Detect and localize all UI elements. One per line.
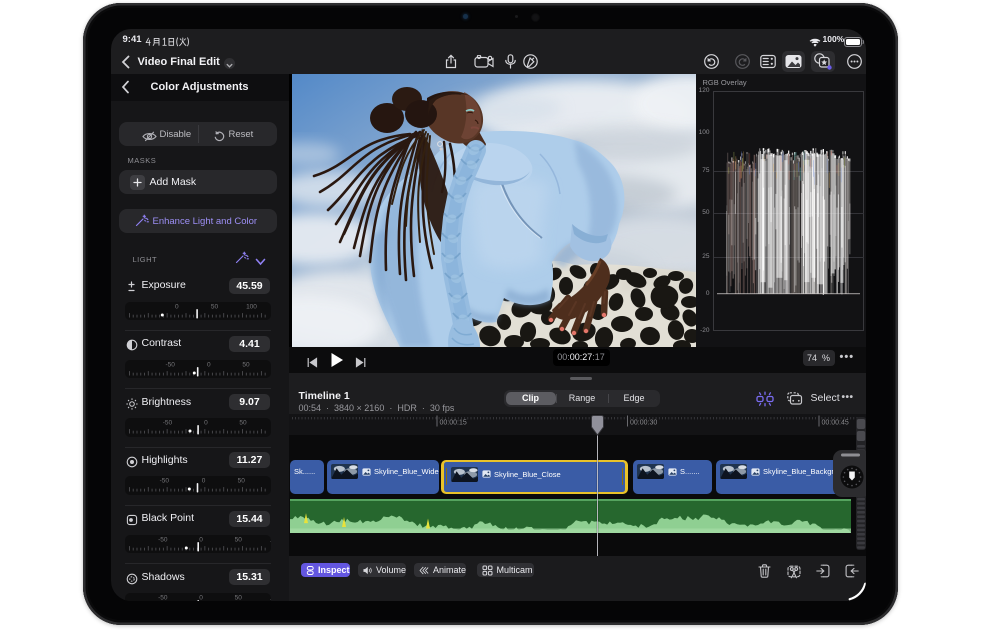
svg-text:00:00:30: 00:00:30 (630, 420, 657, 427)
svg-text:00:00:15: 00:00:15 (439, 420, 466, 427)
svg-text:50: 50 (211, 303, 219, 310)
svg-text:50: 50 (235, 536, 243, 543)
svg-text:-50: -50 (165, 361, 175, 368)
svg-text:50: 50 (242, 361, 250, 368)
svg-text:0: 0 (199, 595, 203, 602)
svg-text:-50: -50 (158, 536, 168, 543)
svg-text:0: 0 (207, 361, 211, 368)
svg-text:50: 50 (235, 595, 243, 602)
svg-text:-50: -50 (160, 478, 170, 485)
svg-text:0: 0 (204, 420, 208, 427)
svg-text:100: 100 (246, 303, 257, 310)
svg-text:0: 0 (175, 303, 179, 310)
svg-text:50: 50 (239, 420, 247, 427)
svg-text:00:00:45: 00:00:45 (821, 420, 848, 427)
svg-text:-50: -50 (158, 595, 168, 602)
svg-text:0: 0 (199, 536, 203, 543)
svg-text:50: 50 (238, 478, 246, 485)
svg-text:0: 0 (202, 478, 206, 485)
svg-text:-50: -50 (163, 420, 173, 427)
